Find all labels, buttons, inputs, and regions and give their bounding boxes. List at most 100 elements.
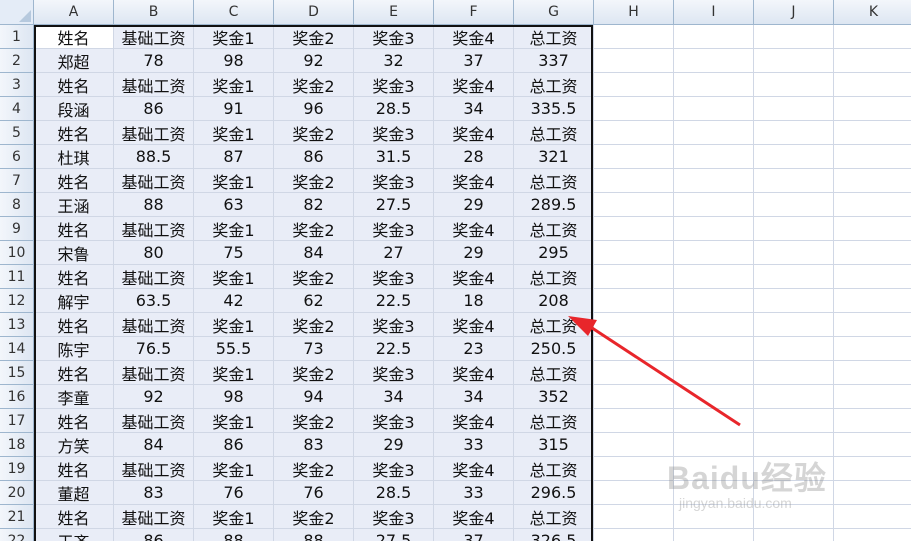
cell-C22[interactable]: 88 (194, 529, 274, 541)
cell-C3[interactable]: 奖金1 (194, 73, 274, 97)
row-header-19[interactable]: 19 (0, 457, 34, 481)
cell-B22[interactable]: 86 (114, 529, 194, 541)
cell-F14[interactable]: 23 (434, 337, 514, 361)
cell-G3[interactable]: 总工资 (514, 73, 594, 97)
cell-G21[interactable]: 总工资 (514, 505, 594, 529)
cell-K17[interactable] (834, 409, 911, 433)
cell-E6[interactable]: 31.5 (354, 145, 434, 169)
cell-A5[interactable]: 姓名 (34, 121, 114, 145)
cell-G20[interactable]: 296.5 (514, 481, 594, 505)
cell-G16[interactable]: 352 (514, 385, 594, 409)
column-header-C[interactable]: C (194, 0, 274, 25)
cell-C19[interactable]: 奖金1 (194, 457, 274, 481)
cell-H13[interactable] (594, 313, 674, 337)
cell-J3[interactable] (754, 73, 834, 97)
cell-D19[interactable]: 奖金2 (274, 457, 354, 481)
cell-K19[interactable] (834, 457, 911, 481)
cell-A21[interactable]: 姓名 (34, 505, 114, 529)
cell-C8[interactable]: 63 (194, 193, 274, 217)
cell-G7[interactable]: 总工资 (514, 169, 594, 193)
cell-D9[interactable]: 奖金2 (274, 217, 354, 241)
cell-C17[interactable]: 奖金1 (194, 409, 274, 433)
cell-I12[interactable] (674, 289, 754, 313)
cell-H19[interactable] (594, 457, 674, 481)
cell-G14[interactable]: 250.5 (514, 337, 594, 361)
cell-A12[interactable]: 解宇 (34, 289, 114, 313)
cell-F16[interactable]: 34 (434, 385, 514, 409)
cell-H22[interactable] (594, 529, 674, 541)
cell-C9[interactable]: 奖金1 (194, 217, 274, 241)
cell-F13[interactable]: 奖金4 (434, 313, 514, 337)
cell-I10[interactable] (674, 241, 754, 265)
cell-B21[interactable]: 基础工资 (114, 505, 194, 529)
cell-D7[interactable]: 奖金2 (274, 169, 354, 193)
cell-I17[interactable] (674, 409, 754, 433)
cell-A10[interactable]: 宋鲁 (34, 241, 114, 265)
column-header-D[interactable]: D (274, 0, 354, 25)
cell-B19[interactable]: 基础工资 (114, 457, 194, 481)
cell-D5[interactable]: 奖金2 (274, 121, 354, 145)
cell-K22[interactable] (834, 529, 911, 541)
cell-H4[interactable] (594, 97, 674, 121)
row-header-14[interactable]: 14 (0, 337, 34, 361)
cell-F7[interactable]: 奖金4 (434, 169, 514, 193)
cell-G10[interactable]: 295 (514, 241, 594, 265)
cell-J20[interactable] (754, 481, 834, 505)
cell-E16[interactable]: 34 (354, 385, 434, 409)
cell-F12[interactable]: 18 (434, 289, 514, 313)
row-header-6[interactable]: 6 (0, 145, 34, 169)
cell-C18[interactable]: 86 (194, 433, 274, 457)
cell-K13[interactable] (834, 313, 911, 337)
column-header-B[interactable]: B (114, 0, 194, 25)
cell-A3[interactable]: 姓名 (34, 73, 114, 97)
cell-K3[interactable] (834, 73, 911, 97)
cell-A9[interactable]: 姓名 (34, 217, 114, 241)
cell-E22[interactable]: 27.5 (354, 529, 434, 541)
cell-D22[interactable]: 88 (274, 529, 354, 541)
cell-J16[interactable] (754, 385, 834, 409)
cell-A2[interactable]: 郑超 (34, 49, 114, 73)
cell-J12[interactable] (754, 289, 834, 313)
cell-K18[interactable] (834, 433, 911, 457)
cell-K9[interactable] (834, 217, 911, 241)
cell-G8[interactable]: 289.5 (514, 193, 594, 217)
column-header-G[interactable]: G (514, 0, 594, 25)
cell-J15[interactable] (754, 361, 834, 385)
cell-I8[interactable] (674, 193, 754, 217)
cell-F5[interactable]: 奖金4 (434, 121, 514, 145)
cell-C21[interactable]: 奖金1 (194, 505, 274, 529)
cell-E7[interactable]: 奖金3 (354, 169, 434, 193)
cell-F9[interactable]: 奖金4 (434, 217, 514, 241)
cell-G13[interactable]: 总工资 (514, 313, 594, 337)
cell-E8[interactable]: 27.5 (354, 193, 434, 217)
row-header-7[interactable]: 7 (0, 169, 34, 193)
cell-I1[interactable] (674, 25, 754, 49)
cell-D4[interactable]: 96 (274, 97, 354, 121)
cell-K21[interactable] (834, 505, 911, 529)
cell-H11[interactable] (594, 265, 674, 289)
cell-K20[interactable] (834, 481, 911, 505)
cell-I4[interactable] (674, 97, 754, 121)
cell-I9[interactable] (674, 217, 754, 241)
row-header-11[interactable]: 11 (0, 265, 34, 289)
cell-E12[interactable]: 22.5 (354, 289, 434, 313)
cell-I19[interactable] (674, 457, 754, 481)
cell-C7[interactable]: 奖金1 (194, 169, 274, 193)
row-header-15[interactable]: 15 (0, 361, 34, 385)
cell-G22[interactable]: 326.5 (514, 529, 594, 541)
cell-B18[interactable]: 84 (114, 433, 194, 457)
cell-K5[interactable] (834, 121, 911, 145)
cell-D13[interactable]: 奖金2 (274, 313, 354, 337)
cell-B17[interactable]: 基础工资 (114, 409, 194, 433)
cell-H12[interactable] (594, 289, 674, 313)
cell-B8[interactable]: 88 (114, 193, 194, 217)
cell-E20[interactable]: 28.5 (354, 481, 434, 505)
cell-C12[interactable]: 42 (194, 289, 274, 313)
cell-E5[interactable]: 奖金3 (354, 121, 434, 145)
row-header-12[interactable]: 12 (0, 289, 34, 313)
cell-K2[interactable] (834, 49, 911, 73)
cell-D20[interactable]: 76 (274, 481, 354, 505)
cell-J11[interactable] (754, 265, 834, 289)
cell-I3[interactable] (674, 73, 754, 97)
cell-C16[interactable]: 98 (194, 385, 274, 409)
